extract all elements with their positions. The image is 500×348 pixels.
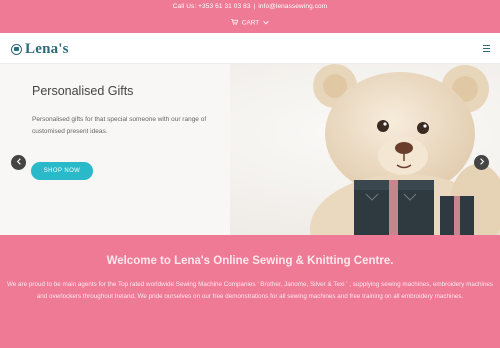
contact-separator: | [253,3,256,10]
logo-text: Lena's [25,40,69,57]
email-link[interactable]: info@lenassewing.com [258,3,327,10]
cart-button[interactable]: CART [0,19,500,27]
hamburger-icon[interactable] [483,45,490,52]
cart-label: CART [241,19,260,27]
chevron-left-icon [16,158,22,167]
hero-description: Personalised gifts for that special some… [32,116,207,135]
welcome-text: We are proud to be main agents for the T… [6,281,494,300]
chevron-down-icon [263,20,269,27]
main-navbar: Lena's [0,33,500,64]
cart-icon [230,19,239,27]
chevron-right-icon [479,158,485,167]
contact-info: Call Us: +353 61 31 03 83 | info@lenassewi… [0,3,500,10]
sewing-machine-icon [11,43,22,55]
welcome-title: Welcome to Lena's Online Sewing & Knitti… [106,255,394,267]
slider-next-button[interactable] [474,155,489,170]
shop-now-button[interactable]: SHOP NOW [31,162,93,180]
slider-prev-button[interactable] [11,155,26,170]
site-logo[interactable]: Lena's [11,39,69,59]
hero-title: Personalised Gifts [32,84,134,98]
top-bar: Call Us: +353 61 31 03 83 | info@lenassewi… [0,0,500,33]
phone-link[interactable]: Call Us: +353 61 31 03 83 [173,3,251,10]
hero-slider: Personalised Gifts Personalised gifts fo… [0,64,500,235]
welcome-section: Welcome to Lena's Online Sewing & Knitti… [0,235,500,348]
